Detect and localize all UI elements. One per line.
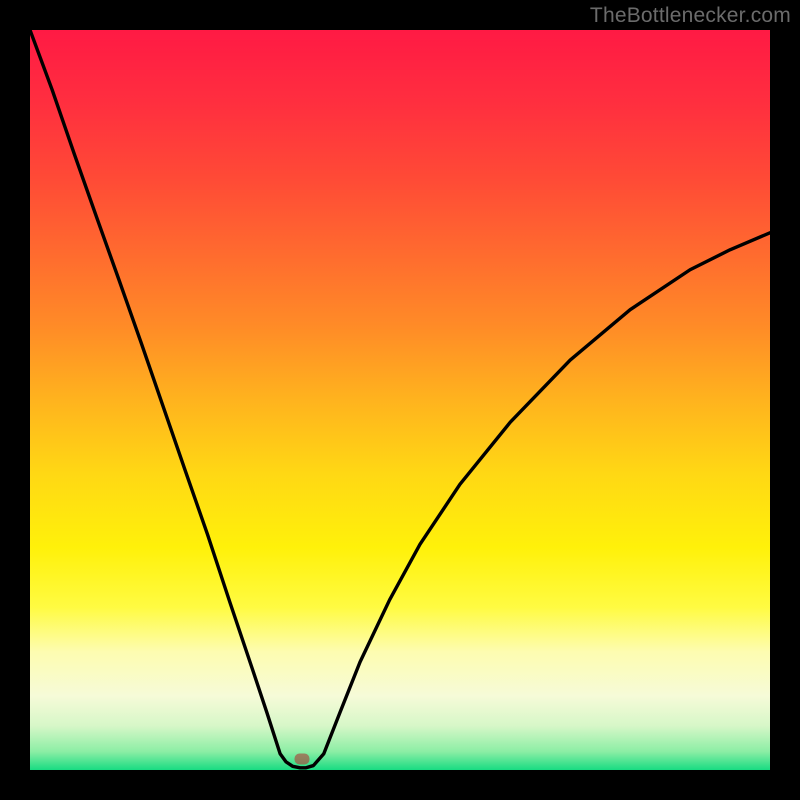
optimum-marker <box>295 753 310 764</box>
gradient-background <box>30 30 770 770</box>
plot-area <box>30 30 770 770</box>
watermark-label: TheBottlenecker.com <box>590 4 791 28</box>
chart-frame: TheBottlenecker.com <box>0 0 800 800</box>
